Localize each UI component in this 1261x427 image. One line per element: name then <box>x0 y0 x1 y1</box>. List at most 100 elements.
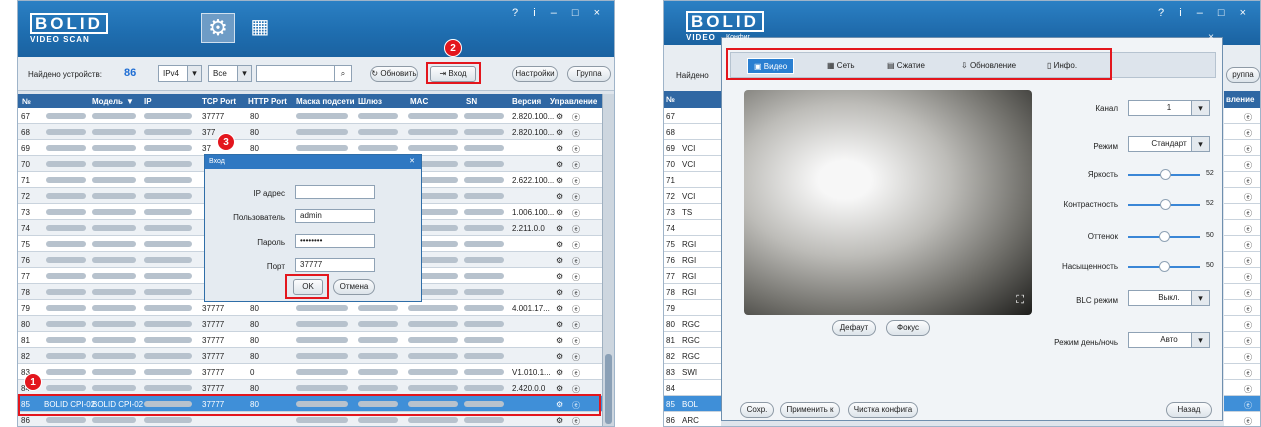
table-row[interactable]: 67 <box>664 108 721 124</box>
table-row[interactable]: 84 <box>664 380 721 396</box>
col-model[interactable]: Модель <box>92 97 123 106</box>
table-row[interactable]: 73 TS <box>664 204 721 220</box>
slider-knob[interactable] <box>1159 231 1170 242</box>
ip-address-field[interactable] <box>295 185 375 199</box>
browser-icon[interactable]: ⓔ <box>572 160 580 171</box>
table-row[interactable]: 80 RGC <box>664 316 721 332</box>
gear-icon[interactable]: ⚙ <box>556 352 563 361</box>
fullscreen-icon[interactable]: ⛶ <box>1016 294 1024 307</box>
table-row[interactable]: 74 <box>664 220 721 236</box>
mode-select[interactable]: Стандарт ▾ <box>1128 136 1210 152</box>
browser-icon[interactable]: ⓔ <box>572 240 580 251</box>
back-button[interactable]: Назад <box>1166 402 1212 418</box>
browser-icon[interactable]: ⓔ <box>572 224 580 235</box>
scrollbar-thumb[interactable] <box>605 354 612 424</box>
channel-select[interactable]: 1 ▾ <box>1128 100 1210 116</box>
slider-track[interactable] <box>1128 261 1200 272</box>
gear-icon[interactable]: ⚙ <box>556 160 563 169</box>
gear-icon[interactable]: ⚙ <box>556 256 563 265</box>
filter-select[interactable]: Все ▾ <box>208 65 252 82</box>
gear-icon[interactable]: ⚙ <box>556 240 563 249</box>
browser-icon[interactable]: ⓔ <box>1224 140 1260 156</box>
browser-icon[interactable]: ⓔ <box>1224 156 1260 172</box>
table-row[interactable]: 78 RGI <box>664 284 721 300</box>
table-row[interactable]: 71 <box>664 172 721 188</box>
gear-icon[interactable]: ⚙ <box>556 272 563 281</box>
browser-icon[interactable]: ⓔ <box>1224 172 1260 188</box>
table-row[interactable]: 76 RGI <box>664 252 721 268</box>
table-row[interactable]: 81 RGC <box>664 332 721 348</box>
user-field[interactable]: admin <box>295 209 375 223</box>
browser-icon[interactable]: ⓔ <box>1224 204 1260 220</box>
browser-icon[interactable]: ⓔ <box>1224 188 1260 204</box>
refresh-button[interactable]: ↻ Обновить <box>370 66 418 82</box>
browser-icon[interactable]: ⓔ <box>572 320 580 331</box>
window-controls[interactable]: ? i – □ × <box>512 7 606 19</box>
browser-icon[interactable]: ⓔ <box>1224 284 1260 300</box>
search-icon[interactable]: ⌕ <box>334 65 352 82</box>
slider-knob[interactable] <box>1159 261 1170 272</box>
browser-icon[interactable]: ⓔ <box>1224 396 1260 412</box>
browser-icon[interactable]: ⓔ <box>572 352 580 363</box>
table-row[interactable]: 68 <box>664 124 721 140</box>
browser-icon[interactable]: ⓔ <box>572 208 580 219</box>
table-scrollbar[interactable] <box>602 94 614 426</box>
table-row[interactable]: 79 <box>664 300 721 316</box>
cancel-button[interactable]: Отмена <box>333 279 375 295</box>
gear-icon[interactable]: ⚙ <box>556 368 563 377</box>
port-field[interactable]: 37777 <box>295 258 375 272</box>
browser-icon[interactable]: ⓔ <box>572 128 580 139</box>
browser-icon[interactable]: ⓔ <box>1224 348 1260 364</box>
browser-icon[interactable]: ⓔ <box>1224 236 1260 252</box>
gear-icon[interactable]: ⚙ <box>556 336 563 345</box>
gear-icon[interactable]: ⚙ <box>556 176 563 185</box>
browser-icon[interactable]: ⓔ <box>1224 220 1260 236</box>
table-row[interactable]: 69 VCI <box>664 140 721 156</box>
browser-icon[interactable]: ⓔ <box>1224 124 1260 140</box>
browser-icon[interactable]: ⓔ <box>572 256 580 267</box>
table-row[interactable]: 81 37777 80 ⚙ ⓔ <box>18 332 602 348</box>
gear-icon[interactable]: ⚙ <box>556 112 563 121</box>
browser-icon[interactable]: ⓔ <box>572 112 580 123</box>
gear-icon[interactable]: ⚙ <box>556 384 563 393</box>
slider-knob[interactable] <box>1160 199 1172 210</box>
gear-icon[interactable]: ⚙ <box>556 224 563 233</box>
group-button[interactable]: Группа <box>567 66 611 82</box>
gear-icon[interactable]: ⚙ <box>556 192 563 201</box>
group-button-partial[interactable]: руппа <box>1226 67 1260 83</box>
browser-icon[interactable]: ⓔ <box>1224 268 1260 284</box>
password-field[interactable]: •••••••• <box>295 234 375 248</box>
table-row[interactable]: 72 VCI <box>664 188 721 204</box>
browser-icon[interactable]: ⓔ <box>572 288 580 299</box>
blc-select[interactable]: Выкл. ▾ <box>1128 290 1210 306</box>
default-button[interactable]: Дефаут <box>832 320 876 336</box>
browser-icon[interactable]: ⓔ <box>1224 108 1260 124</box>
table-row[interactable]: 82 37777 80 ⚙ ⓔ <box>18 348 602 364</box>
table-row[interactable]: 86 ARC <box>664 412 721 426</box>
apply-to-button[interactable]: Применить к <box>780 402 840 418</box>
browser-icon[interactable]: ⓔ <box>572 336 580 347</box>
table-row[interactable]: 83 37777 0 V1.010.1... ⚙ ⓔ <box>18 364 602 380</box>
slider-knob[interactable] <box>1160 169 1172 180</box>
table-row[interactable]: 77 RGI <box>664 268 721 284</box>
gear-icon[interactable]: ⚙ <box>556 128 563 137</box>
browser-icon[interactable]: ⓔ <box>1224 332 1260 348</box>
browser-icon[interactable]: ⓔ <box>1224 380 1260 396</box>
close-icon[interactable]: × <box>1208 32 1214 43</box>
slider-track[interactable] <box>1128 231 1200 242</box>
browser-icon[interactable]: ⓔ <box>572 144 580 155</box>
table-row[interactable]: 80 37777 80 ⚙ ⓔ <box>18 316 602 332</box>
table-row[interactable]: 70 VCI <box>664 156 721 172</box>
settings-button[interactable]: Настройки <box>512 66 558 82</box>
sort-down-icon[interactable]: ▼ <box>126 97 134 106</box>
table-row[interactable]: 85 BOL <box>664 396 721 412</box>
browser-icon[interactable]: ⓔ <box>572 416 580 426</box>
browser-icon[interactable]: ⓔ <box>572 272 580 283</box>
ip-version-select[interactable]: IPv4 ▾ <box>158 65 202 82</box>
browser-icon[interactable]: ⓔ <box>572 176 580 187</box>
browser-icon[interactable]: ⓔ <box>1224 412 1260 426</box>
browser-icon[interactable]: ⓔ <box>1224 364 1260 380</box>
gear-icon[interactable]: ⚙ <box>556 144 563 153</box>
gear-icon[interactable]: ⚙ <box>556 208 563 217</box>
focus-button[interactable]: Фокус <box>886 320 930 336</box>
